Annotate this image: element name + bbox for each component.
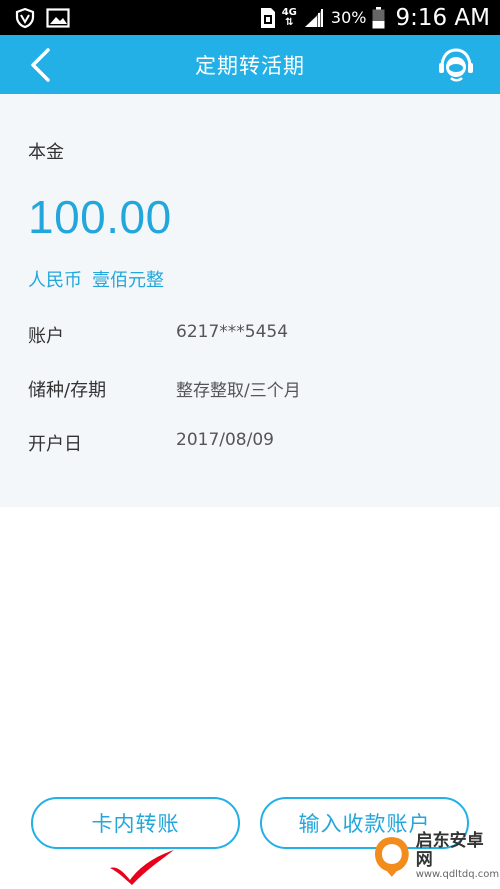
watermark-logo-icon [374, 837, 409, 877]
deposit-type-label: 储种/存期 [28, 380, 107, 401]
open-date-row: 开户日 2017/08/09 [28, 430, 468, 456]
customer-service-button[interactable] [436, 46, 476, 84]
deposit-type-row: 储种/存期 整存整取/三个月 [28, 376, 468, 402]
account-label: 账户 [28, 326, 64, 347]
principal-label: 本金 [28, 142, 64, 163]
site-watermark: 启东安卓网 www.qdltdq.com [372, 826, 500, 886]
open-date-label: 开户日 [28, 434, 82, 455]
battery-icon [372, 6, 385, 29]
open-date-value: 2017/08/09 [176, 430, 274, 450]
watermark-text: 启东安卓网 www.qdltdq.com [415, 830, 500, 881]
vpn-shield-icon [14, 7, 36, 29]
nav-bar: 定期转活期 [0, 35, 500, 94]
account-row: 账户 6217***5454 [28, 322, 468, 348]
gallery-icon [46, 7, 70, 28]
network-4g-icon: 4G ⇅ [281, 6, 297, 28]
customer-service-icon [439, 48, 473, 82]
back-button[interactable] [22, 45, 58, 85]
deposit-type-value: 整存整取/三个月 [176, 381, 301, 401]
chevron-left-icon [31, 48, 50, 82]
watermark-url: www.qdltdq.com [415, 869, 500, 881]
amount-value: 100.00 [28, 191, 172, 243]
battery-percentage: 30% [330, 8, 367, 27]
network-label: 4G [281, 6, 297, 18]
account-value: 6217***5454 [176, 322, 289, 342]
status-bar: 4G ⇅ 30% 9:16 AM [0, 0, 500, 35]
status-right: 4G ⇅ 30% 9:16 AM [260, 5, 490, 31]
currency-label: 人民币 [28, 270, 82, 291]
internal-transfer-button[interactable]: 卡内转账 [31, 797, 240, 849]
red-checkmark-icon [110, 850, 174, 885]
signal-icon [303, 8, 325, 28]
watermark-title: 启东安卓网 [415, 830, 484, 870]
sim-card-icon [260, 7, 276, 29]
status-time: 9:16 AM [395, 4, 490, 31]
amount-words: 人民币 壹佰元整 [28, 266, 164, 292]
amount-in-words: 壹佰元整 [92, 270, 164, 291]
page-title: 定期转活期 [195, 53, 305, 78]
deposit-detail-card: 本金 100.00 人民币 壹佰元整 账户 6217***5454 储种/存期 … [0, 94, 500, 507]
status-left [14, 7, 70, 29]
